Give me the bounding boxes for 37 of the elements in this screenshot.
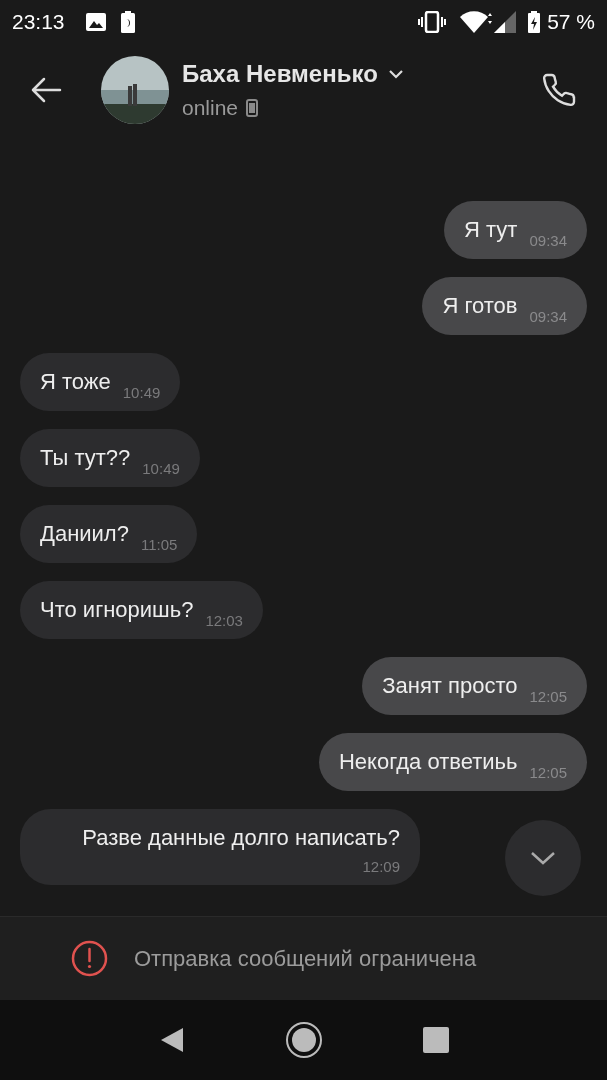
- battery-level: 57 %: [547, 9, 595, 36]
- message-text: Даниил?: [40, 520, 129, 548]
- message-text: Я тоже: [40, 368, 111, 396]
- recents-nav-icon[interactable]: [422, 1027, 449, 1053]
- status-time: 23:13: [12, 9, 65, 36]
- message-time: 12:05: [529, 764, 567, 782]
- image-icon: [84, 12, 107, 32]
- message-text: Разве данные долго написать?: [82, 824, 400, 852]
- chevron-down-icon[interactable]: [387, 68, 404, 79]
- message-text: Занят просто: [382, 672, 518, 700]
- message-time: 09:34: [529, 232, 567, 250]
- battery-icon: [528, 11, 541, 33]
- message-text: Ты тут??: [40, 444, 131, 472]
- message-text: Некогда ответиьь: [338, 748, 518, 776]
- message-time: 12:05: [529, 688, 567, 706]
- message-time: 10:49: [142, 460, 180, 478]
- message-time: 11:05: [140, 536, 178, 554]
- back-arrow-icon: [30, 75, 62, 104]
- message-time: 12:03: [205, 612, 243, 630]
- message-text: Я готов: [442, 292, 518, 320]
- phone-device-icon: [246, 98, 259, 117]
- alert-icon: [71, 940, 108, 977]
- phone-icon: [541, 71, 577, 108]
- contact-name[interactable]: Баха Невменько: [182, 55, 378, 92]
- message-time: 12:09: [362, 858, 400, 876]
- message-text: Что игноришь?: [40, 596, 194, 624]
- wifi-icon: [460, 11, 493, 33]
- contact-status: online: [182, 94, 239, 121]
- message-time: 09:34: [529, 308, 567, 326]
- vibrate-icon: [418, 11, 447, 33]
- chevron-down-icon: [529, 850, 557, 866]
- restriction-text: Отправка сообщений ограничена: [134, 945, 477, 973]
- signal-icon: [494, 11, 517, 33]
- home-nav-icon[interactable]: [284, 1021, 323, 1059]
- message-text: Я тут: [464, 216, 518, 244]
- message-time: 10:49: [122, 384, 161, 402]
- battery-saver-icon: [120, 11, 135, 33]
